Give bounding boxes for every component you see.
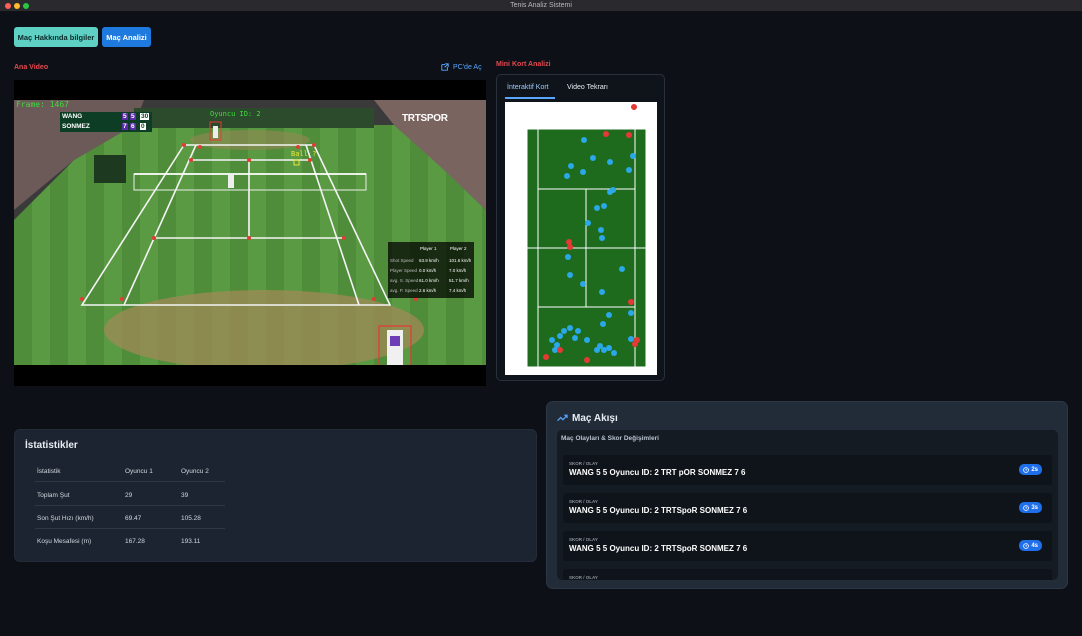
- duration-badge: 2s: [1019, 464, 1042, 475]
- scoreboard: WANG 5 5 30 SONMEZ 7 6 0: [60, 112, 152, 132]
- stat-name: Son Şut Hızı (km/h): [37, 515, 94, 522]
- overlay-value: 7.0 km/h: [449, 268, 467, 273]
- duration-value: 3s: [1031, 504, 1038, 511]
- overlay-value: 101.6 km/h: [449, 258, 472, 263]
- stat-player2: 105.28: [181, 515, 201, 522]
- stat-player1: 29: [125, 492, 133, 499]
- ball-label: Ball ?: [291, 150, 317, 158]
- overlay-row: avg. P. Speed 2.6 km/h 7.4 km/h: [388, 288, 474, 294]
- trending-up-icon: [557, 414, 568, 422]
- clock-icon: [1023, 542, 1030, 549]
- event-text: WANG 5 5 Oyuncu ID: 2 TRTSpoR SONMEZ 7 6: [569, 506, 748, 515]
- tab-interactive-court[interactable]: İnteraktif Kort: [507, 84, 549, 91]
- tab-video-replay[interactable]: Video Tekrarı: [567, 84, 608, 91]
- clock-icon: [1023, 466, 1030, 473]
- window-titlebar: Tenis Analiz Sistemi: [0, 0, 1082, 12]
- event-kind: SKOR / OLAY: [569, 537, 598, 542]
- match-flow-card: Maç Akışı Maç Olayları & Skor Değişimler…: [546, 401, 1068, 589]
- list-item[interactable]: SKOR / OLAY WANG 5 5 Oyuncu ID: 2 TRTSpo…: [563, 493, 1052, 523]
- duration-badge: 3s: [1019, 502, 1042, 513]
- stat-name: Koşu Mesafesi (m): [37, 538, 92, 545]
- stat-name: Toplam Şut: [37, 492, 70, 499]
- open-on-pc-link[interactable]: PC'de Aç: [441, 63, 482, 71]
- tennis-court-video-image: [14, 100, 486, 365]
- main-video-label: Ana Video: [14, 64, 49, 71]
- table-row: Koşu Mesafesi (m) 167.28 193.11: [35, 530, 225, 552]
- frame-counter: Frame: 1467: [16, 100, 69, 109]
- overlay-metric: avg. S. Speed: [390, 278, 419, 283]
- overlay-header: Player 1 Player 2: [388, 246, 474, 252]
- overlay-metric: avg. P. Speed: [390, 288, 418, 293]
- event-kind: SKOR / OLAY: [569, 575, 598, 580]
- overlay-value: 51.7 km/h: [449, 278, 469, 283]
- set-score: 5: [130, 113, 136, 120]
- duration-value: 4s: [1031, 542, 1038, 549]
- mini-court-canvas[interactable]: [505, 102, 657, 375]
- overlay-metric: Shot Speed: [390, 258, 414, 263]
- scoreboard-row: SONMEZ 7 6 0: [62, 123, 150, 132]
- speed-stats-overlay: Player 1 Player 2 Shot Speed 63.9 km/h 1…: [388, 242, 474, 298]
- overlay-value: 7.4 km/h: [449, 288, 467, 293]
- overlay-col-player1: Player 1: [420, 246, 437, 251]
- duration-value: 2s: [1031, 466, 1038, 473]
- player-id-label: Oyuncu ID: 2: [210, 110, 261, 118]
- overlay-row: Shot Speed 63.9 km/h 101.6 km/h: [388, 258, 474, 264]
- event-text: WANG 5 5 Oyuncu ID: 2 TRT pOR SONMEZ 7 6: [569, 468, 746, 477]
- statistics-header-row: İstatistik Oyuncu 1 Oyuncu 2: [35, 460, 225, 482]
- point-score: 30: [140, 113, 150, 120]
- stat-player1: 167.28: [125, 538, 145, 545]
- header-statistic: İstatistik: [37, 468, 61, 475]
- match-analysis-button[interactable]: Maç Analizi: [102, 27, 151, 47]
- mini-court-diagram: [526, 104, 647, 368]
- stat-player2: 39: [181, 492, 189, 499]
- statistics-title: İstatistikler: [25, 440, 78, 451]
- event-list[interactable]: Maç Olayları & Skor Değişimleri SKOR / O…: [557, 430, 1058, 580]
- overlay-value: 63.9 km/h: [419, 258, 439, 263]
- stat-player2: 193.11: [181, 538, 201, 545]
- point-score: 0: [140, 123, 146, 130]
- overlay-col-player2: Player 2: [450, 246, 467, 251]
- mini-court-label: Mini Kort Analizi: [496, 61, 551, 68]
- external-link-icon: [441, 63, 449, 71]
- event-kind: SKOR / OLAY: [569, 461, 598, 466]
- list-item[interactable]: SKOR / OLAY WANG 5 5 Oyuncu ID: 2 TRTSpo…: [563, 531, 1052, 561]
- event-list-subtitle: Maç Olayları & Skor Değişimleri: [561, 435, 659, 442]
- scoreboard-row: WANG 5 5 30: [62, 113, 150, 122]
- table-row: Toplam Şut 29 39: [35, 484, 225, 506]
- overlay-row: Player Speed 0.0 km/h 7.0 km/h: [388, 268, 474, 274]
- video-frame: Frame: 1467 Oyuncu ID: 2 Ball ? WANG 5 5…: [14, 100, 486, 365]
- player-name: SONMEZ: [62, 123, 90, 130]
- player-name: WANG: [62, 113, 83, 120]
- mini-court-panel: İnteraktif Kort Video Tekrarı: [496, 74, 665, 381]
- stat-player1: 69.47: [125, 515, 142, 522]
- match-info-button[interactable]: Maç Hakkında bilgiler: [14, 27, 98, 47]
- match-flow-title: Maç Akışı: [572, 413, 618, 424]
- main-video-player[interactable]: Frame: 1467 Oyuncu ID: 2 Ball ? WANG 5 5…: [14, 80, 486, 386]
- overlay-value: 0.0 km/h: [419, 268, 437, 273]
- event-text: WANG 5 5 Oyuncu ID: 2 TRTSpoR SONMEZ 7 6: [569, 544, 748, 553]
- window-title: Tenis Analiz Sistemi: [510, 2, 572, 9]
- duration-badge: 4s: [1019, 540, 1042, 551]
- statistics-card: İstatistikler İstatistik Oyuncu 1 Oyuncu…: [14, 429, 537, 562]
- overlay-value: 2.6 km/h: [419, 288, 437, 293]
- header-player1: Oyuncu 1: [125, 468, 153, 475]
- overlay-metric: Player Speed: [390, 268, 418, 273]
- broadcaster-logo: TRTSPOR: [402, 113, 448, 124]
- open-on-pc-label: PC'de Aç: [453, 63, 482, 71]
- set-score: 6: [130, 123, 136, 130]
- list-item[interactable]: SKOR / OLAY WANG 5 5 Oyuncu ID: 2 TRT pO…: [563, 455, 1052, 485]
- event-kind: SKOR / OLAY: [569, 499, 598, 504]
- table-row: Son Şut Hızı (km/h) 69.47 105.28: [35, 507, 225, 529]
- set-score: 7: [122, 123, 128, 130]
- list-item[interactable]: SKOR / OLAY: [563, 569, 1052, 580]
- set-score: 5: [122, 113, 128, 120]
- overlay-value: 61.0 km/h: [419, 278, 439, 283]
- overlay-row: avg. S. Speed 61.0 km/h 51.7 km/h: [388, 278, 474, 284]
- clock-icon: [1023, 504, 1030, 511]
- header-player2: Oyuncu 2: [181, 468, 209, 475]
- active-tab-indicator: [505, 97, 555, 99]
